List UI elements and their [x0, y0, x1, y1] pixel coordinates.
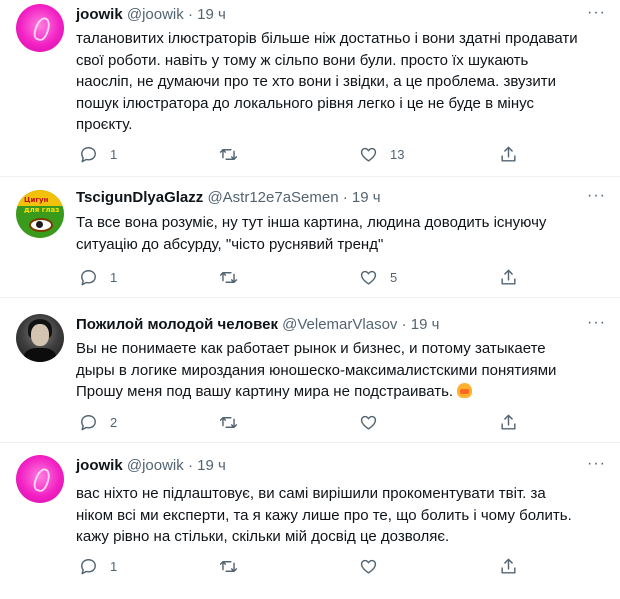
- reply-icon: [81, 269, 96, 285]
- author-handle[interactable]: @VelemarVlasov: [282, 316, 397, 333]
- more-options-icon[interactable]: ···: [587, 455, 606, 473]
- tweet-line: Прошу меня под вашу картину мира не подс…: [76, 383, 454, 400]
- separator: ·: [187, 457, 193, 474]
- tweet-line: Та все вона розуміє, ну тут інша картина…: [76, 214, 547, 231]
- person-gesturing-emoji: [457, 383, 473, 398]
- like-button[interactable]: [359, 555, 390, 577]
- tweet-text: Вы не понимаете как работает рынок и биз…: [76, 338, 596, 403]
- reply-count: 1: [110, 558, 118, 574]
- avatar[interactable]: [16, 455, 64, 503]
- separator: ·: [342, 189, 348, 206]
- tweet-4[interactable]: joowik @joowik · 19 ч ··· вас ніхто не п…: [0, 443, 620, 599]
- reply-button[interactable]: 2: [79, 411, 117, 433]
- tweet-line: наосліп, не думаючи про те хто вони і зв…: [76, 73, 557, 90]
- retweet-icon: [219, 148, 238, 160]
- share-button[interactable]: [499, 411, 518, 433]
- share-button[interactable]: [499, 143, 518, 165]
- tweet-text: вас ніхто не підлаштовує, ви самі виріши…: [76, 483, 596, 548]
- heart-icon: [360, 147, 377, 162]
- timestamp[interactable]: 19 ч: [197, 6, 226, 23]
- share-button[interactable]: [499, 266, 518, 288]
- heart-icon: [360, 415, 377, 430]
- tweet-line: Вы не понимаете как работает рынок и биз…: [76, 340, 546, 357]
- reply-count: 1: [110, 269, 118, 285]
- reply-button[interactable]: 1: [79, 266, 117, 288]
- tweet-line: ситуацію до абсурду, "чісто руснявий тре…: [76, 235, 384, 253]
- reply-icon: [81, 414, 96, 430]
- heart-icon: [360, 270, 377, 285]
- avatar[interactable]: [16, 314, 64, 362]
- avatar-text: для глаз: [24, 206, 60, 214]
- author-name[interactable]: joowik: [76, 6, 123, 23]
- share-icon: [501, 414, 516, 430]
- reply-count: 2: [110, 414, 118, 430]
- like-count: 13: [390, 146, 405, 162]
- share-icon: [501, 269, 516, 285]
- author-handle[interactable]: @Astr12e7aSemen: [207, 189, 338, 206]
- tweet-2[interactable]: Цигун для глаз TscigunDlyaGlazz @Astr12e…: [0, 177, 620, 297]
- heart-icon: [360, 559, 377, 574]
- tweet-line: кажу рівно на стільки, скільки мій досві…: [76, 528, 450, 545]
- retweet-icon: [219, 560, 238, 572]
- tweet-3[interactable]: Пожилой молодой человек @VelemarVlasov ·…: [0, 298, 620, 442]
- share-icon: [501, 558, 516, 574]
- tweet-line: ніком всі ми експерти, та я кажу лише пр…: [76, 506, 572, 524]
- timestamp[interactable]: 19 ч: [352, 189, 381, 206]
- reply-icon: [81, 558, 96, 574]
- avatar[interactable]: Цигун для глаз: [16, 190, 64, 238]
- tweet-line: пошук ілюстратора до локального рівня ле…: [76, 94, 534, 112]
- tweet-line: проєкту.: [76, 116, 133, 133]
- author-handle[interactable]: @joowik: [127, 6, 184, 23]
- like-button[interactable]: 13: [359, 143, 404, 165]
- retweet-button[interactable]: [219, 555, 250, 577]
- tweet-line: талановитих ілюстраторів більше ніж дост…: [76, 30, 578, 47]
- retweet-button[interactable]: [219, 266, 250, 288]
- retweet-button[interactable]: [219, 411, 250, 433]
- tweet-1[interactable]: joowik @joowik · 19 ч ··· талановитих іл…: [0, 0, 620, 176]
- tweet-text: талановитих ілюстраторів більше ніж дост…: [76, 28, 596, 136]
- more-options-icon[interactable]: ···: [587, 187, 606, 205]
- more-options-icon[interactable]: ···: [587, 314, 606, 332]
- reply-button[interactable]: 1: [79, 555, 117, 577]
- like-button[interactable]: [359, 411, 390, 433]
- timestamp[interactable]: 19 ч: [197, 457, 226, 474]
- share-button[interactable]: [499, 555, 518, 577]
- tweet-text: Та все вона розуміє, ну тут інша картина…: [76, 212, 596, 255]
- reply-button[interactable]: 1: [79, 143, 117, 165]
- separator: ·: [401, 316, 407, 333]
- timestamp[interactable]: 19 ч: [411, 316, 440, 333]
- share-icon: [501, 146, 516, 162]
- tweet-line: свої роботи. навіть у тому ж сільпо вони…: [76, 51, 529, 69]
- retweet-icon: [219, 271, 238, 283]
- avatar-text: Цигун: [24, 196, 49, 204]
- reply-count: 1: [110, 146, 118, 162]
- separator: ·: [187, 6, 193, 23]
- more-options-icon[interactable]: ···: [587, 4, 606, 22]
- tweet-line: вас ніхто не підлаштовує, ви самі виріши…: [76, 485, 546, 502]
- like-count: 5: [390, 269, 398, 285]
- reply-icon: [81, 146, 96, 162]
- author-handle[interactable]: @joowik: [127, 457, 184, 474]
- avatar[interactable]: [16, 4, 64, 52]
- retweet-button[interactable]: [219, 143, 250, 165]
- author-name[interactable]: TscigunDlyaGlazz: [76, 189, 203, 206]
- author-name[interactable]: Пожилой молодой человек: [76, 316, 278, 333]
- retweet-icon: [219, 416, 238, 428]
- author-name[interactable]: joowik: [76, 457, 123, 474]
- like-button[interactable]: 5: [359, 266, 397, 288]
- tweet-line: дыры в логике мироздания юношеско-максим…: [76, 361, 557, 379]
